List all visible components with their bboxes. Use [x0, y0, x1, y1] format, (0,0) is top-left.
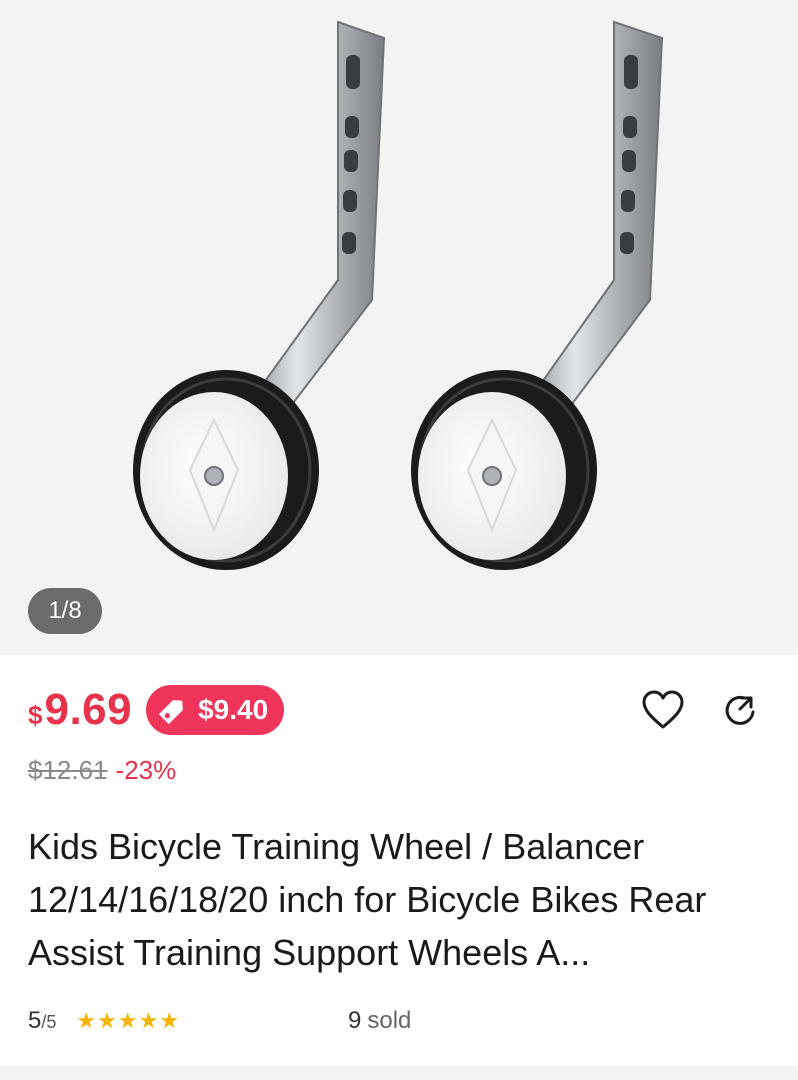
star-icon: ★ — [138, 1008, 159, 1033]
wishlist-button[interactable] — [638, 685, 688, 735]
sold-label: sold — [367, 1007, 412, 1034]
price-amount: 9.69 — [44, 685, 133, 734]
sold-number: 9 — [348, 1007, 362, 1034]
original-price-row: $12.61 -23% — [28, 755, 176, 786]
share-button[interactable] — [716, 685, 766, 735]
rating-max: /5 — [41, 1012, 57, 1032]
training-wheel-left — [133, 20, 386, 570]
currency-symbol: $ — [28, 700, 43, 730]
rating-score: 5 — [28, 1007, 42, 1034]
product-info: $ 9.69 $9.40 $12.61 -23% Kids Bicycle Tr… — [0, 655, 798, 1080]
product-image — [133, 20, 664, 570]
image-counter: 1/8 — [28, 588, 102, 634]
sold-count: 9 sold — [348, 1007, 411, 1035]
rating-row[interactable]: 5/5 ★ ★ ★ ★ ★ — [28, 1007, 180, 1035]
discount-percent: -23% — [115, 755, 177, 785]
star-icon: ★ — [117, 1008, 138, 1033]
rating-value: 5/5 — [28, 1007, 56, 1035]
star-icon: ★ — [76, 1008, 97, 1033]
coupon-price: $9.40 — [198, 694, 269, 725]
product-title: Kids Bicycle Training Wheel / Balancer 1… — [28, 826, 707, 973]
original-price: $12.61 — [28, 755, 108, 785]
star-icon: ★ — [97, 1008, 117, 1033]
section-divider — [0, 1066, 798, 1080]
price-row: $ 9.69 $9.40 — [28, 685, 285, 735]
training-wheel-right — [411, 20, 664, 570]
heart-icon — [642, 690, 684, 729]
share-icon — [725, 695, 755, 725]
product-image-gallery[interactable]: 1/8 — [0, 0, 798, 655]
star-icon: ★ — [159, 1008, 180, 1033]
coupon-price-badge[interactable]: $9.40 — [146, 685, 285, 735]
star-rating: ★ ★ ★ ★ ★ — [76, 1008, 180, 1034]
current-price: $ 9.69 — [28, 685, 132, 735]
coupon-tag-icon — [154, 691, 192, 729]
